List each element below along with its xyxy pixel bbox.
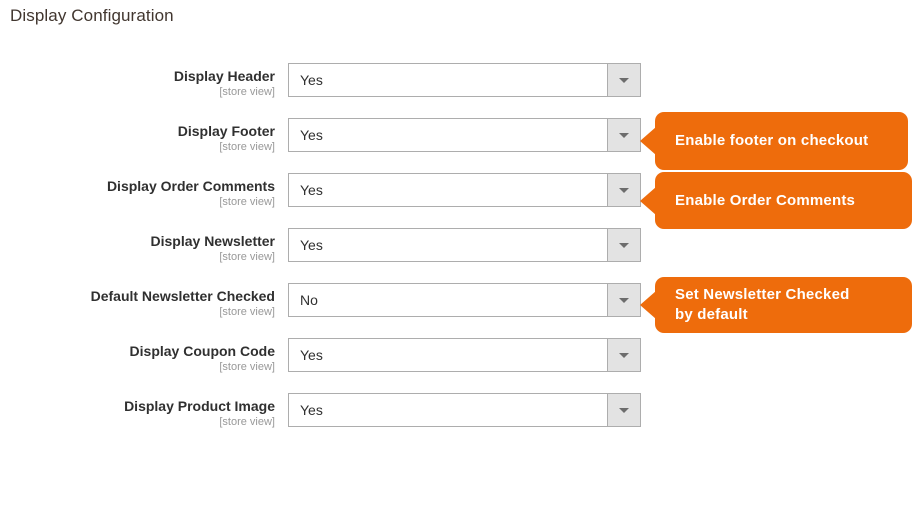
chevron-down-icon[interactable]: [607, 174, 640, 206]
callout-pointer-icon: [640, 127, 656, 155]
select-value: Yes: [300, 402, 323, 418]
field-label-text: Display Newsletter: [150, 233, 276, 249]
chevron-down-icon[interactable]: [607, 64, 640, 96]
chevron-down-icon[interactable]: [607, 394, 640, 426]
field-row-display-header: Display Header [store view] Yes: [0, 60, 922, 115]
chevron-down-icon[interactable]: [607, 119, 640, 151]
field-scope-text: [store view]: [219, 86, 275, 98]
callout-pointer-icon: [640, 186, 656, 215]
field-label-text: Display Product Image: [124, 398, 275, 414]
select-display-product-image[interactable]: Yes: [288, 393, 641, 427]
select-value: Yes: [300, 127, 323, 143]
field-row-display-product-image: Display Product Image [store view] Yes: [0, 390, 922, 445]
field-label-text: Display Header: [173, 68, 275, 84]
select-display-newsletter[interactable]: Yes: [288, 228, 641, 262]
select-value: Yes: [300, 347, 323, 363]
field-scope-text: [store view]: [219, 196, 275, 208]
chevron-down-icon[interactable]: [607, 284, 640, 316]
field-label-display-footer: Display Footer [store view]: [0, 123, 275, 154]
callout-pointer-icon: [640, 291, 656, 319]
field-label-display-header: Display Header [store view]: [0, 68, 275, 99]
field-label-default-newsletter-checked: Default Newsletter Checked [store view]: [0, 288, 275, 319]
select-display-header[interactable]: Yes: [288, 63, 641, 97]
select-display-footer[interactable]: Yes: [288, 118, 641, 152]
field-label-text: Display Order Comments: [106, 178, 275, 194]
select-value: Yes: [300, 182, 323, 198]
callout-enable-footer: Enable footer on checkout: [640, 112, 908, 170]
chevron-down-icon[interactable]: [607, 339, 640, 371]
field-scope-text: [store view]: [219, 141, 275, 153]
select-display-coupon-code[interactable]: Yes: [288, 338, 641, 372]
select-value: Yes: [300, 72, 323, 88]
select-default-newsletter-checked[interactable]: No: [288, 283, 641, 317]
field-row-display-newsletter: Display Newsletter [store view] Yes: [0, 225, 922, 280]
callout-text-line1: Set Newsletter Checked: [675, 286, 850, 303]
field-label-display-newsletter: Display Newsletter [store view]: [0, 233, 276, 264]
callout-enable-order-comments: Enable Order Comments: [640, 172, 912, 229]
select-display-order-comments[interactable]: Yes: [288, 173, 641, 207]
field-scope-text: [store view]: [219, 361, 275, 373]
callout-text: Enable Order Comments: [675, 191, 856, 209]
field-label-text: Default Newsletter Checked: [90, 288, 275, 304]
select-value: Yes: [300, 237, 323, 253]
field-scope-text: [store view]: [219, 416, 275, 428]
field-label-display-coupon-code: Display Coupon Code [store view]: [0, 343, 275, 374]
callout-text: Enable footer on checkout: [675, 132, 869, 149]
field-row-display-coupon-code: Display Coupon Code [store view] Yes: [0, 335, 922, 390]
field-label-display-product-image: Display Product Image [store view]: [0, 398, 275, 429]
field-label-text: Display Footer: [177, 123, 275, 139]
field-scope-text: [store view]: [219, 251, 275, 263]
field-scope-text: [store view]: [219, 306, 275, 318]
callout-set-newsletter-checked: Set Newsletter Checked by default: [640, 277, 912, 333]
callout-text: Set Newsletter Checked by default: [655, 285, 863, 325]
field-label-text: Display Coupon Code: [129, 343, 275, 359]
page-title: Display Configuration: [10, 6, 174, 25]
chevron-down-icon[interactable]: [607, 229, 640, 261]
select-value: No: [300, 292, 318, 308]
field-label-display-order-comments: Display Order Comments [store view]: [0, 178, 275, 209]
callout-text-line2: by default: [675, 306, 748, 323]
